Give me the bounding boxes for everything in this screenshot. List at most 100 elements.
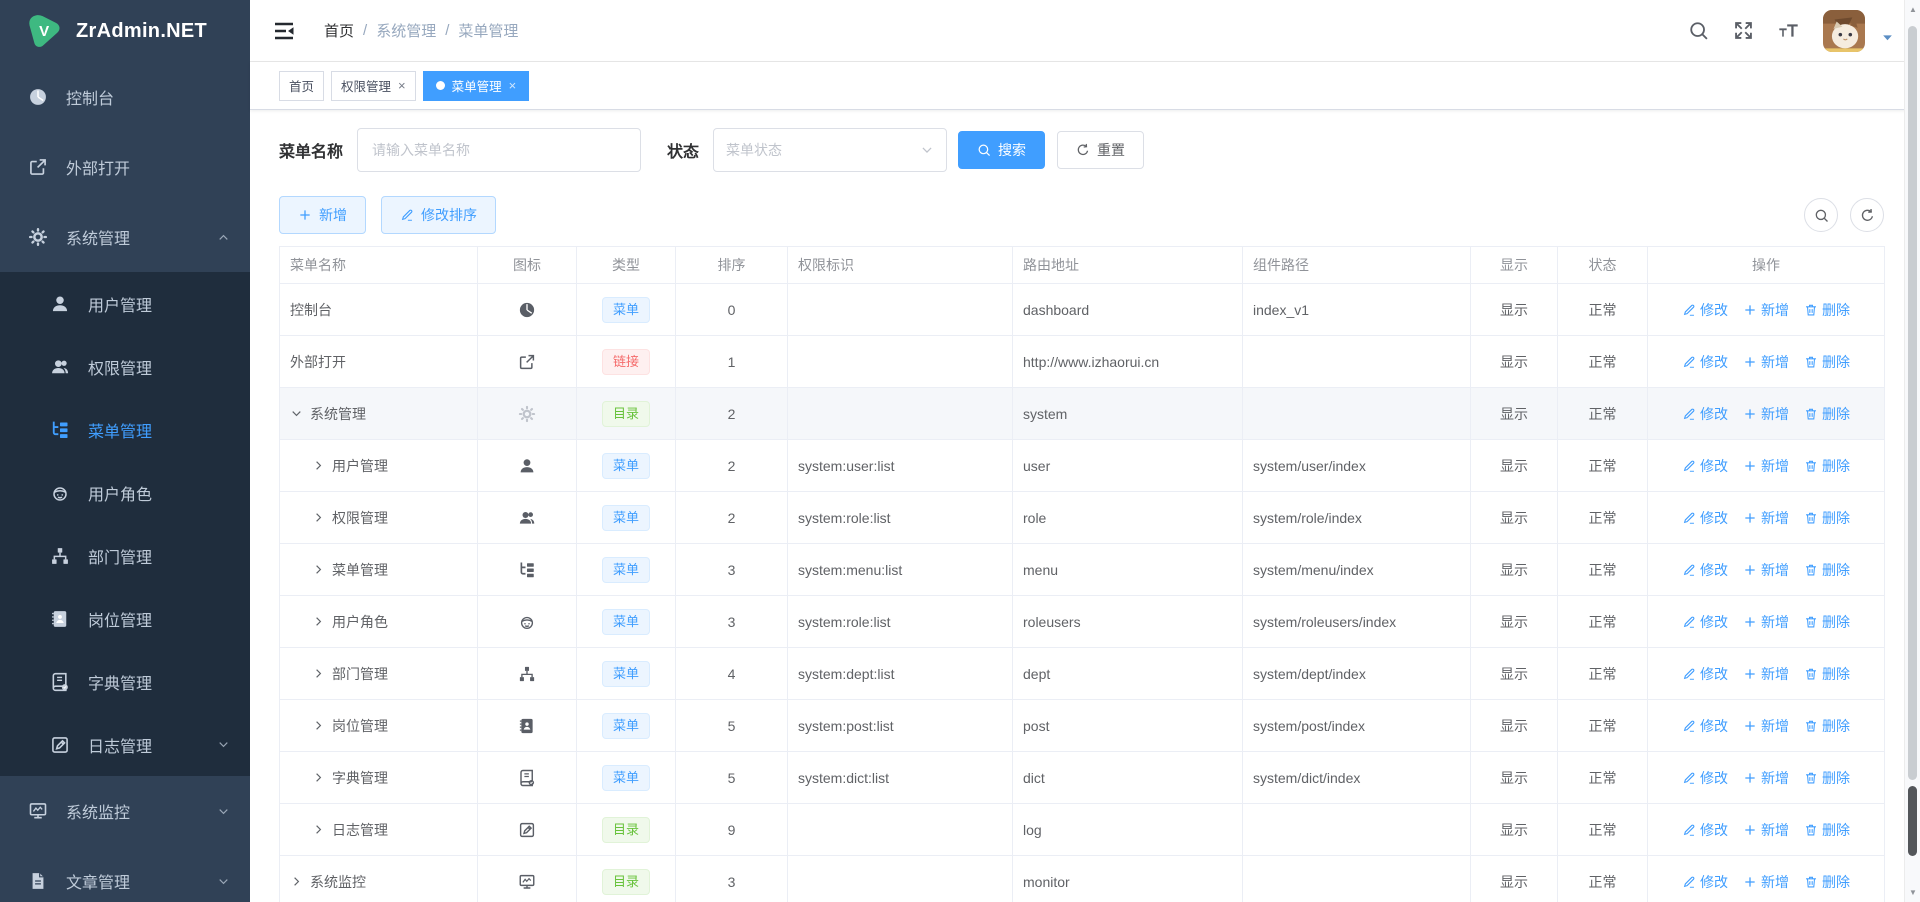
delete-link[interactable]: 删除 xyxy=(1804,768,1850,788)
table-row[interactable]: 部门管理菜单4system:dept:listdeptsystem/dept/i… xyxy=(280,648,1885,700)
delete-link[interactable]: 删除 xyxy=(1804,716,1850,736)
refresh-table-button[interactable] xyxy=(1850,198,1884,232)
edit-link[interactable]: 修改 xyxy=(1682,560,1728,580)
edit-sort-button[interactable]: 修改排序 xyxy=(381,196,496,234)
scroll-down-arrow-icon[interactable]: ▼ xyxy=(1905,888,1920,897)
sidebar-item-user[interactable]: 用户管理 xyxy=(0,272,250,335)
delete-link[interactable]: 删除 xyxy=(1804,664,1850,684)
table-row[interactable]: 外部打开链接1http://www.izhaorui.cn显示正常修改新增删除 xyxy=(280,336,1885,388)
add-link[interactable]: 新增 xyxy=(1743,300,1789,320)
delete-link[interactable]: 删除 xyxy=(1804,404,1850,424)
row-expand-toggle[interactable] xyxy=(290,407,303,420)
add-link[interactable]: 新增 xyxy=(1743,404,1789,424)
add-link[interactable]: 新增 xyxy=(1743,664,1789,684)
table-row[interactable]: 用户角色菜单3system:role:listroleuserssystem/r… xyxy=(280,596,1885,648)
table-row[interactable]: 系统管理目录2system显示正常修改新增删除 xyxy=(280,388,1885,440)
sidebar-item-dashboard[interactable]: 控制台 xyxy=(0,62,250,132)
delete-link[interactable]: 删除 xyxy=(1804,872,1850,892)
row-expand-toggle[interactable] xyxy=(312,563,325,576)
delete-link[interactable]: 删除 xyxy=(1804,612,1850,632)
scrollbar-thumb-dark[interactable] xyxy=(1908,786,1917,856)
edit-link[interactable]: 修改 xyxy=(1682,508,1728,528)
sidebar-item-log[interactable]: 日志管理 xyxy=(0,713,250,776)
sidebar-item-dict[interactable]: 字典管理 xyxy=(0,650,250,713)
sidebar-item-dept[interactable]: 部门管理 xyxy=(0,524,250,587)
delete-link[interactable]: 删除 xyxy=(1804,300,1850,320)
delete-link[interactable]: 删除 xyxy=(1804,352,1850,372)
add-link[interactable]: 新增 xyxy=(1743,508,1789,528)
add-link[interactable]: 新增 xyxy=(1743,560,1789,580)
tab-home[interactable]: 首页 xyxy=(279,71,324,101)
edit-link[interactable]: 修改 xyxy=(1682,664,1728,684)
reset-button[interactable]: 重置 xyxy=(1057,131,1144,169)
header-search-button[interactable] xyxy=(1688,20,1709,41)
edit-link[interactable]: 修改 xyxy=(1682,352,1728,372)
tab-role[interactable]: 权限管理× xyxy=(331,71,416,101)
delete-link[interactable]: 删除 xyxy=(1804,456,1850,476)
add-link[interactable]: 新增 xyxy=(1743,716,1789,736)
edit-link[interactable]: 修改 xyxy=(1682,820,1728,840)
add-link[interactable]: 新增 xyxy=(1743,352,1789,372)
avatar[interactable] xyxy=(1823,10,1865,52)
close-icon[interactable]: × xyxy=(398,79,406,92)
font-size-button[interactable] xyxy=(1778,20,1799,41)
logo[interactable]: ZrAdmin.NET xyxy=(0,0,250,62)
sidebar-item-post[interactable]: 岗位管理 xyxy=(0,587,250,650)
add-link[interactable]: 新增 xyxy=(1743,612,1789,632)
sidebar-toggle-button[interactable] xyxy=(272,18,298,44)
perm-value: system:role:list xyxy=(788,596,1013,648)
delete-link[interactable]: 删除 xyxy=(1804,508,1850,528)
row-expand-toggle[interactable] xyxy=(312,823,325,836)
row-expand-toggle[interactable] xyxy=(312,511,325,524)
sidebar-item-monitor[interactable]: 系统监控 xyxy=(0,776,250,846)
menu-name-input[interactable] xyxy=(357,128,641,172)
table-row[interactable]: 岗位管理菜单5system:post:listpostsystem/post/i… xyxy=(280,700,1885,752)
org-icon xyxy=(518,665,536,683)
table-row[interactable]: 系统监控目录3monitor显示正常修改新增删除 xyxy=(280,856,1885,902)
table-row[interactable]: 权限管理菜单2system:role:listrolesystem/role/i… xyxy=(280,492,1885,544)
edit-link[interactable]: 修改 xyxy=(1682,768,1728,788)
sidebar-item-article[interactable]: 文章管理 xyxy=(0,846,250,902)
edit-link[interactable]: 修改 xyxy=(1682,716,1728,736)
edit-link[interactable]: 修改 xyxy=(1682,872,1728,892)
table-row[interactable]: 用户管理菜单2system:user:listusersystem/user/i… xyxy=(280,440,1885,492)
row-expand-toggle[interactable] xyxy=(312,615,325,628)
user-menu-caret-icon[interactable] xyxy=(1881,31,1894,44)
row-expand-toggle[interactable] xyxy=(312,719,325,732)
edit-link[interactable]: 修改 xyxy=(1682,404,1728,424)
add-link[interactable]: 新增 xyxy=(1743,456,1789,476)
delete-link[interactable]: 删除 xyxy=(1804,820,1850,840)
add-link[interactable]: 新增 xyxy=(1743,820,1789,840)
add-button[interactable]: 新增 xyxy=(279,196,366,234)
sidebar-item-menu[interactable]: 菜单管理 xyxy=(0,398,250,461)
row-expand-toggle[interactable] xyxy=(312,459,325,472)
sidebar-item-roleusers[interactable]: 用户角色 xyxy=(0,461,250,524)
edit-link[interactable]: 修改 xyxy=(1682,456,1728,476)
search-button[interactable]: 搜索 xyxy=(958,131,1045,169)
table-row[interactable]: 字典管理菜单5system:dict:listdictsystem/dict/i… xyxy=(280,752,1885,804)
breadcrumb-item-home[interactable]: 首页 xyxy=(324,20,354,41)
edit-icon xyxy=(1682,511,1696,525)
scrollbar-thumb[interactable] xyxy=(1908,26,1917,780)
edit-link[interactable]: 修改 xyxy=(1682,612,1728,632)
sidebar-item-external[interactable]: 外部打开 xyxy=(0,132,250,202)
scroll-up-arrow-icon[interactable]: ▲ xyxy=(1905,5,1920,14)
add-link[interactable]: 新增 xyxy=(1743,768,1789,788)
toggle-search-button[interactable] xyxy=(1804,198,1838,232)
scrollbar[interactable]: ▲ ▼ xyxy=(1904,0,1920,902)
sidebar-item-system[interactable]: 系统管理 xyxy=(0,202,250,272)
edit-link[interactable]: 修改 xyxy=(1682,300,1728,320)
fullscreen-button[interactable] xyxy=(1733,20,1754,41)
add-link[interactable]: 新增 xyxy=(1743,872,1789,892)
sidebar-item-role[interactable]: 权限管理 xyxy=(0,335,250,398)
table-row[interactable]: 菜单管理菜单3system:menu:listmenusystem/menu/i… xyxy=(280,544,1885,596)
row-expand-toggle[interactable] xyxy=(312,667,325,680)
tab-menu[interactable]: 菜单管理× xyxy=(423,71,530,101)
row-expand-toggle[interactable] xyxy=(312,771,325,784)
delete-link[interactable]: 删除 xyxy=(1804,560,1850,580)
status-select[interactable]: 菜单状态 xyxy=(713,128,947,172)
close-icon[interactable]: × xyxy=(509,79,517,92)
table-row[interactable]: 控制台菜单0dashboardindex_v1显示正常修改新增删除 xyxy=(280,284,1885,336)
table-row[interactable]: 日志管理目录9log显示正常修改新增删除 xyxy=(280,804,1885,856)
row-expand-toggle[interactable] xyxy=(290,875,303,888)
